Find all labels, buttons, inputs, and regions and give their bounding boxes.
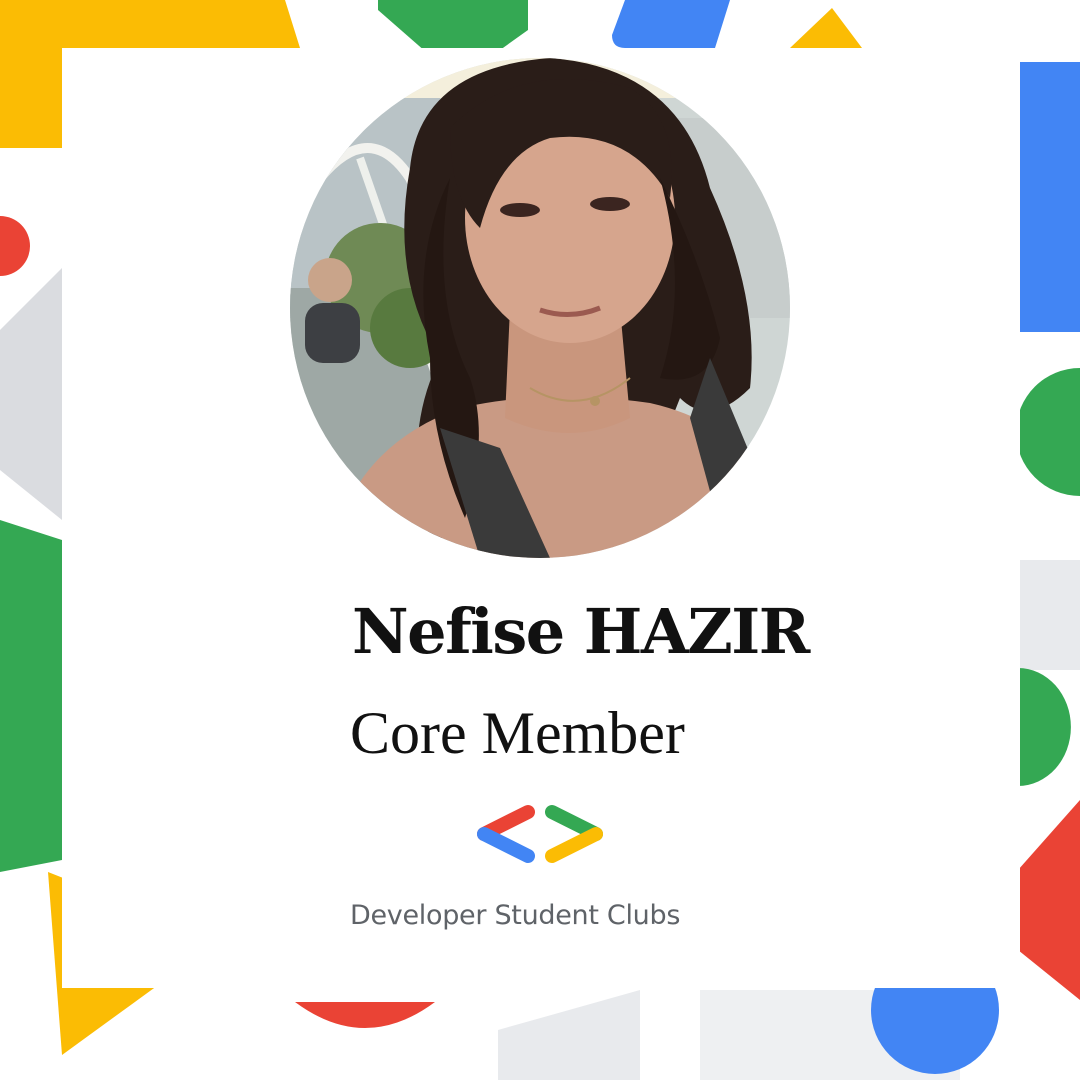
grey-right-block-shape xyxy=(1020,560,1080,670)
profile-photo xyxy=(290,58,790,558)
red-right-shape xyxy=(1018,800,1080,1000)
grey-bottom-shape xyxy=(498,990,640,1080)
green-right-half-circle-shape xyxy=(1018,668,1071,786)
organization-name: Developer Student Clubs xyxy=(350,900,681,931)
green-right-circle-shape xyxy=(1016,368,1080,496)
person-name: Nefise HAZIR xyxy=(352,595,810,668)
grey-left-shape xyxy=(0,268,62,520)
red-bottom-half-disc-shape xyxy=(295,1002,435,1028)
developer-student-clubs-logo-icon xyxy=(477,805,603,863)
red-left-circle-shape xyxy=(0,216,30,276)
green-left-block-shape xyxy=(0,520,62,872)
person-role: Core Member xyxy=(350,700,685,766)
profile-card-graphic: Nefise HAZIR Core Member Developer Stude… xyxy=(0,0,1080,1080)
profile-photo-illustration xyxy=(290,58,790,558)
blue-top-shape xyxy=(612,0,730,48)
yellow-small-triangle-shape xyxy=(790,8,862,48)
